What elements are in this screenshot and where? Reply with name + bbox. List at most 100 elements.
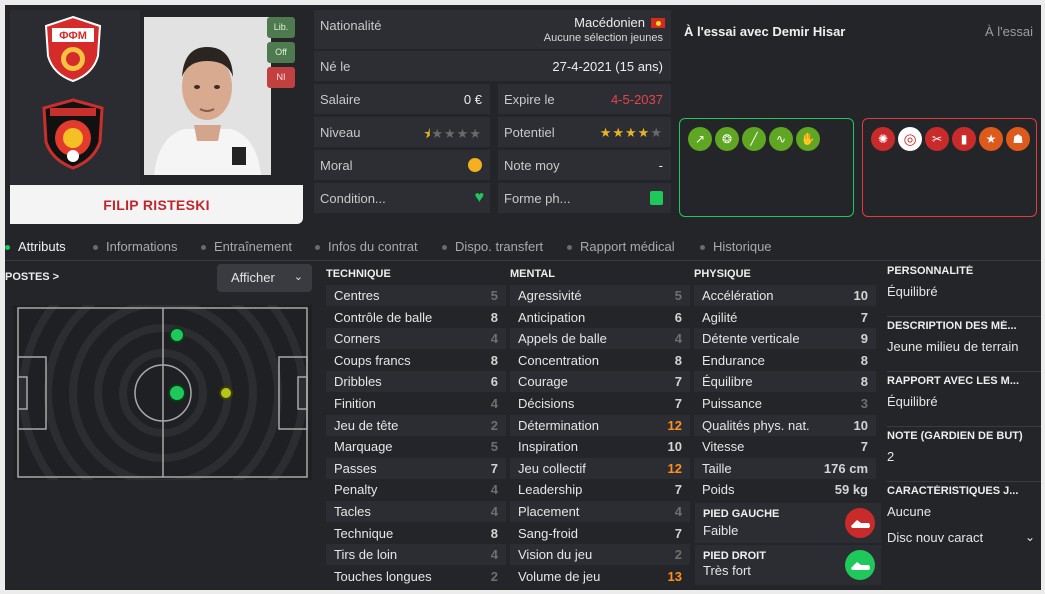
attribute-row[interactable]: Concentration 8 [510,350,690,371]
attribute-value: 8 [490,352,498,368]
attribute-row[interactable]: Poids 59 kg [694,479,876,500]
nationality-value[interactable]: Macédonien [574,15,645,30]
tab-training[interactable]: Entraînement [201,239,292,254]
attribute-row[interactable]: Détente verticale 9 [694,328,876,350]
media-relation-section[interactable]: RAPPORT AVEC LES M... Équilibré [887,375,1041,409]
attribute-row[interactable]: Qualités phys. nat. 10 [694,414,876,436]
attribute-name: Décisions [518,396,575,411]
personality-label: PERSONNALITÉ [887,265,974,277]
attribute-row[interactable]: Penalty 4 [326,479,506,500]
attribute-value: 4 [490,547,498,563]
attribute-row[interactable]: Décisions 7 [510,393,690,414]
bandage-icon[interactable]: ╱ [742,127,766,151]
goalkeeper-rating-value: 2 [887,449,895,464]
level-stars[interactable]: ⯨★★★★ [423,125,482,147]
attribute-row[interactable]: Sang-froid 7 [510,523,690,544]
birth-value: 27-4-2021 (15 ans) [552,59,663,74]
attribute-value: 7 [674,396,682,411]
attribute-name: Centres [334,288,380,303]
goalkeeper-rating-section[interactable]: NOTE (GARDIEN DE BUT) 2 [887,430,1041,464]
fitness-icon[interactable] [650,191,663,205]
attribute-row[interactable]: Anticipation 6 [510,307,690,328]
show-dropdown[interactable]: Afficher ⌄ [217,264,312,292]
brain-icon[interactable]: ❂ [715,127,739,151]
attribute-row[interactable]: Dribbles 6 [326,371,506,393]
attribute-value: 13 [667,568,682,584]
level-label: Niveau [320,125,361,140]
attribute-row[interactable]: Vision du jeu 2 [510,544,690,566]
attribute-row[interactable]: Corners 4 [326,328,506,350]
attribute-name: Équilibre [702,374,753,390]
attribute-name: Agilité [702,309,738,325]
attribute-row[interactable]: Agilité 7 [694,307,876,328]
attribute-row[interactable]: Puissance 3 [694,393,876,414]
attribute-row[interactable]: Jeu de tête 2 [326,414,506,436]
attribute-row[interactable]: Agressivité 5 [510,285,690,306]
attribute-row[interactable]: Endurance 8 [694,350,876,371]
attribute-row[interactable]: Inspiration 10 [510,436,690,457]
tab-information[interactable]: Informations [93,239,178,254]
trial-status: À l'essai [984,24,1033,39]
attribute-row[interactable]: Technique 8 [326,523,506,544]
positions-title[interactable]: POSTES > [5,271,59,283]
target-icon[interactable]: ◎ [898,127,922,151]
national-team-crest-icon[interactable]: ФФМ [38,14,108,84]
trial-title[interactable]: À l'essai avec Demir Hisar [684,24,845,39]
foot-icon[interactable]: ☗ [1006,127,1030,151]
attribute-row[interactable]: Coups francs 8 [326,350,506,371]
attribute-row[interactable]: Accélération 10 [694,285,876,306]
attribute-row[interactable]: Placement 4 [510,501,690,522]
attribute-row[interactable]: Jeu collectif 12 [510,457,690,479]
attribute-row[interactable]: Finition 4 [326,393,506,414]
level-row: Niveau ⯨★★★★ [314,117,490,147]
left-boot-icon [845,508,875,538]
role-badge-lib[interactable]: Lib. [267,17,295,38]
media-description-section[interactable]: DESCRIPTION DES MÉ... Jeune milieu de te… [887,320,1041,354]
attribute-name: Anticipation [518,309,586,325]
match-fitness-row: Forme ph... [498,183,671,213]
virus-icon[interactable]: ✺ [871,127,895,151]
attribute-row[interactable]: Courage 7 [510,371,690,393]
attribute-row[interactable]: Contrôle de balle 8 [326,307,506,328]
attribute-row[interactable]: Tirs de loin 4 [326,544,506,566]
tab-history[interactable]: Historique [700,239,772,254]
attribute-name: Vision du jeu [518,547,593,563]
attribute-name: Endurance [702,352,765,368]
attribute-row[interactable]: Passes 7 [326,457,506,479]
media-description-value: Jeune milieu de terrain [887,339,1019,354]
attribute-row[interactable]: Détermination 12 [510,414,690,436]
tab-contract[interactable]: Infos du contrat [315,239,418,254]
heartbeat-icon[interactable]: ∿ [769,127,793,151]
attribute-row[interactable]: Volume de jeu 13 [510,566,690,587]
tab-attributes[interactable]: Attributs [5,239,66,254]
role-badge-ni[interactable]: NI [267,67,295,88]
heart-icon[interactable]: ♥ [475,189,485,207]
attribute-row[interactable]: Leadership 7 [510,479,690,500]
morale-face-icon[interactable] [468,158,482,172]
attribute-value: 10 [853,288,868,303]
handshake-icon[interactable]: ✋ [796,127,820,151]
attribute-row[interactable]: Marquage 5 [326,436,506,457]
new-trait-dropdown[interactable]: Disc nouv caract ⌄ [887,530,1041,545]
attribute-row[interactable]: Centres 5 [326,285,506,306]
attribute-row[interactable]: Équilibre 8 [694,371,876,393]
attribute-row[interactable]: Taille 176 cm [694,457,876,479]
trend-up-icon[interactable]: ↗ [688,127,712,151]
club-crest-icon[interactable] [38,98,108,170]
average-rating-row: Note moy - [498,150,671,180]
player-traits-section[interactable]: CARACTÉRISTIQUES J... Aucune [887,485,1041,519]
tab-medical[interactable]: Rapport médical [567,239,675,254]
tab-transfer[interactable]: Dispo. transfert [442,239,543,254]
attribute-row[interactable]: Touches longues 2 [326,566,506,587]
role-badge-off[interactable]: Off [267,42,295,63]
card-icon[interactable]: ▮ [952,127,976,151]
potential-stars[interactable]: ★★★★★ [600,125,663,141]
personality-section[interactable]: PERSONNALITÉ Équilibré [887,265,1041,299]
star-icon[interactable]: ★ [979,127,1003,151]
contract-expiry-row[interactable]: Expire le 4-5-2037 [498,84,671,114]
attribute-row[interactable]: Tacles 4 [326,501,506,522]
injury-icon[interactable]: ✂ [925,127,949,151]
attribute-row[interactable]: Vitesse 7 [694,436,876,457]
new-trait-label: Disc nouv caract [887,530,984,545]
attribute-row[interactable]: Appels de balle 4 [510,328,690,350]
